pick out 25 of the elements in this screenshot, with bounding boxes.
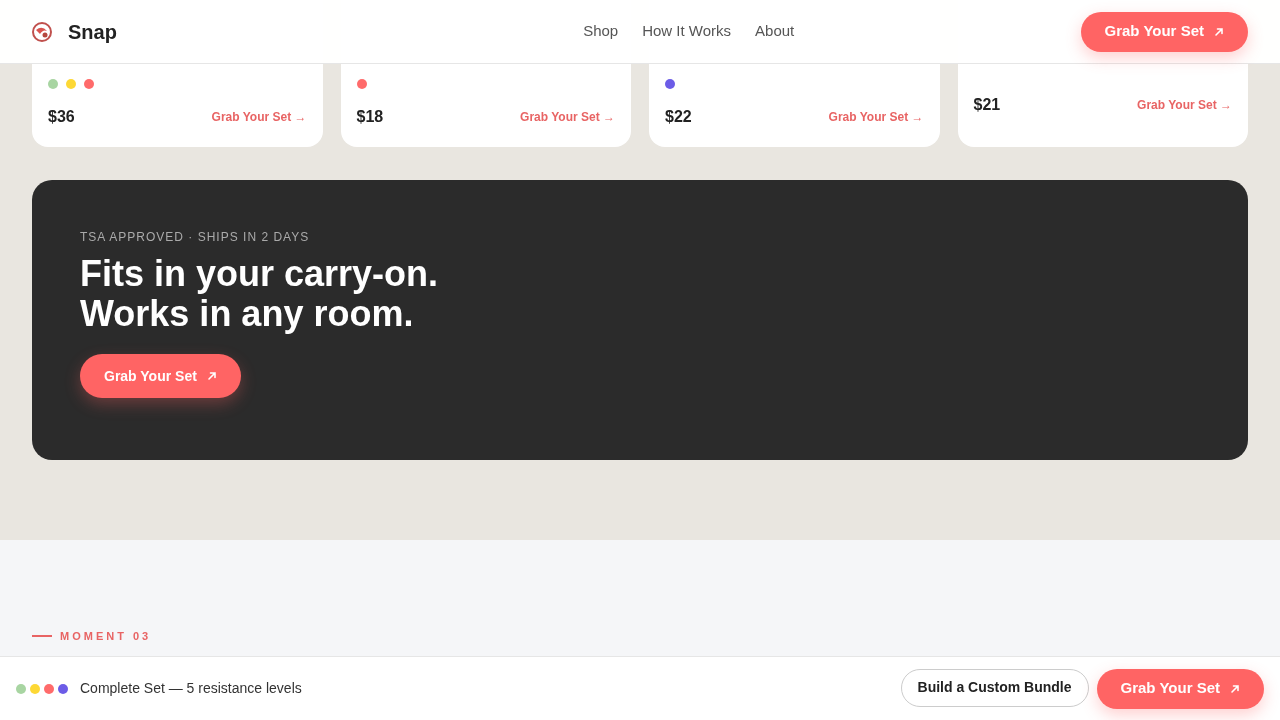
logo-icon [32,21,52,42]
price: $18 [356,107,384,127]
headline-line: Works in any room. [80,294,414,334]
set-summary: Complete Set — 5 resistance levels [80,679,302,698]
grab-your-set-link[interactable]: Grab Your Set → [828,108,924,126]
grab-your-set-link[interactable]: Grab Your Set → [520,108,615,126]
price: $21 [973,95,1001,115]
price: $36 [48,107,75,127]
grab-your-set-button[interactable]: Grab Your Set [1080,11,1248,52]
arrow-icon [1214,26,1224,37]
eyebrow-text: TSA APPROVED · SHIPS IN 2 DAYS [80,229,311,246]
arrow-icon [206,371,217,381]
grab-your-set-button[interactable]: Grab Your Set [80,354,241,398]
grab-your-set-link[interactable]: Grab Your Set → [211,108,307,126]
nav-link[interactable]: How It Works [642,20,732,43]
arrow-icon [1230,683,1240,694]
grab-your-set-button[interactable]: Grab Your Set [1096,668,1264,709]
section-label: MOMENT 03 [60,629,152,644]
price: $22 [665,107,692,127]
grab-your-set-link[interactable]: Grab Your Set → [1137,96,1232,114]
headline-line: Fits in your carry-on. [80,254,440,294]
brand-name[interactable]: Snap [68,16,117,47]
nav-link[interactable]: Shop [583,20,619,43]
nav-link[interactable]: About [755,20,795,43]
custom-bundle-button[interactable]: Build a Custom Bundle [900,668,1089,707]
